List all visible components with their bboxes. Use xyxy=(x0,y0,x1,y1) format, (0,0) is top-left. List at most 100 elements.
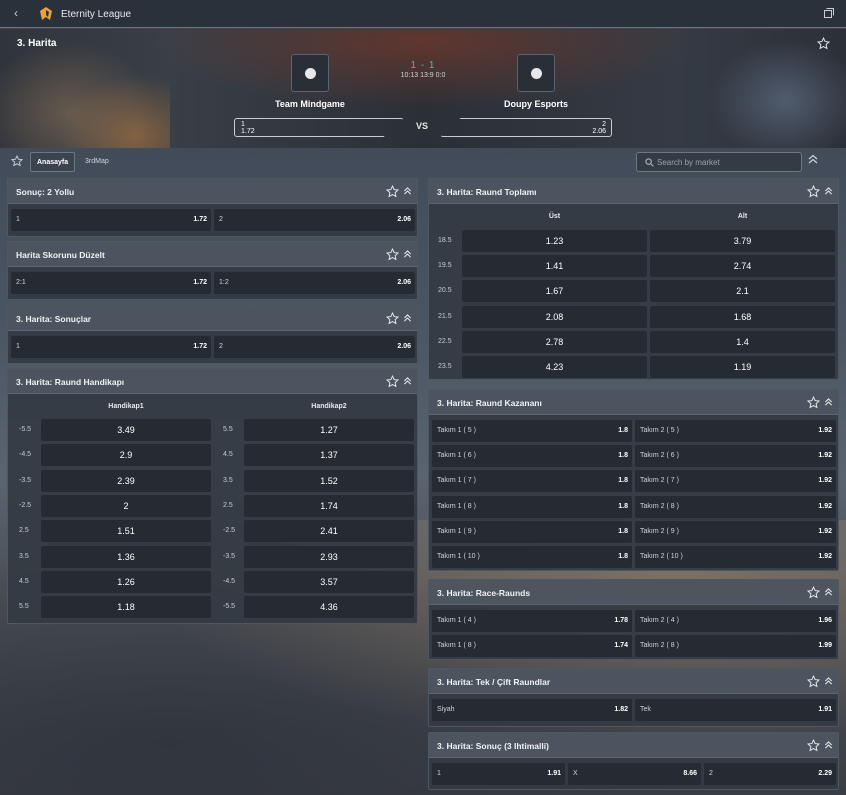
favorite-star-icon[interactable] xyxy=(807,739,820,752)
odds-button[interactable]: Takım 2 ( 7 ) 1.92 xyxy=(635,470,836,493)
collapse-all-icon[interactable] xyxy=(808,154,818,164)
odds-button[interactable]: 2.74 xyxy=(650,255,835,278)
odds-button[interactable]: Takım 1 ( 8 ) 1.74 xyxy=(432,635,632,658)
odds-button[interactable]: 1.52 xyxy=(244,469,414,492)
handicap-line: -2.5 xyxy=(19,501,32,509)
odds-button[interactable]: Takım 1 ( 4 ) 1.78 xyxy=(432,610,632,632)
favorite-star-icon[interactable] xyxy=(817,37,830,50)
odds-button[interactable]: Takım 1 ( 10 ) 1.8 xyxy=(432,546,632,568)
odds-button[interactable]: 1.74 xyxy=(244,494,414,517)
favorite-star-icon[interactable] xyxy=(386,375,399,388)
odds-button[interactable]: 2.93 xyxy=(244,545,414,568)
market-search[interactable] xyxy=(636,152,802,172)
collapse-chevron-icon[interactable] xyxy=(824,187,833,195)
odds-button[interactable]: 4.36 xyxy=(244,596,414,619)
odds-button[interactable]: 1.23 xyxy=(462,230,647,252)
market-header[interactable]: 3. Harita: Sonuç (3 Ihtimalli) xyxy=(429,733,838,758)
market-header[interactable]: Harita Skorunu Düzelt xyxy=(8,242,417,267)
odds-button[interactable]: 2 2.29 xyxy=(704,763,836,785)
odds-button[interactable]: 1:2 2.06 xyxy=(214,272,415,294)
odds-button[interactable]: 2.78 xyxy=(462,330,647,353)
odds-button[interactable]: 1.68 xyxy=(650,305,835,328)
odds-button[interactable]: 1 1.72 xyxy=(11,336,211,358)
odds-button[interactable]: 4.23 xyxy=(462,356,647,378)
team2-odd-button[interactable]: 2 2.06 xyxy=(440,118,612,137)
market-header[interactable]: 3. Harita: Raund Handikapı xyxy=(8,369,417,394)
market-header[interactable]: 3. Harita: Raund Toplamı xyxy=(429,179,838,204)
odds-button[interactable]: 1 1.91 xyxy=(432,763,565,785)
odds-button[interactable]: 2.08 xyxy=(462,305,647,328)
odds-button[interactable]: Tek 1.91 xyxy=(635,699,836,721)
favorite-star-icon[interactable] xyxy=(386,248,399,261)
odds-button[interactable]: 2 xyxy=(41,494,211,517)
tab-3rdmap[interactable]: 3rdMap xyxy=(79,152,115,172)
handicap-line: 5.5 xyxy=(19,603,29,611)
odds-button[interactable]: Takım 2 ( 4 ) 1.96 xyxy=(635,610,836,632)
collapse-chevron-icon[interactable] xyxy=(403,377,412,385)
favorite-star-icon[interactable] xyxy=(807,396,820,409)
odds-label: Takım 1 ( 8 ) xyxy=(437,642,476,650)
odds-button[interactable]: 1.51 xyxy=(41,520,211,543)
team2-name: Doupy Esports xyxy=(503,99,568,109)
market-header[interactable]: 3. Harita: Tek / Çift Raundlar xyxy=(429,669,838,694)
collapse-chevron-icon[interactable] xyxy=(403,187,412,195)
odds-button[interactable]: Takım 1 ( 7 ) 1.8 xyxy=(432,470,632,493)
odds-button[interactable]: 1.26 xyxy=(41,570,211,593)
market-header[interactable]: 3. Harita: Sonuçlar xyxy=(8,306,417,331)
odds-button[interactable]: 1.37 xyxy=(244,444,414,467)
market-header[interactable]: Sonuç: 2 Yollu xyxy=(8,179,417,204)
odds-button[interactable]: X 8.66 xyxy=(568,763,701,785)
odds-button[interactable]: 3.79 xyxy=(650,230,835,252)
search-input[interactable] xyxy=(657,155,797,169)
odds-button[interactable]: Takım 1 ( 8 ) 1.8 xyxy=(432,495,632,518)
odds-button[interactable]: 2.39 xyxy=(41,469,211,492)
collapse-chevron-icon[interactable] xyxy=(403,314,412,322)
odds-button[interactable]: Takım 2 ( 6 ) 1.92 xyxy=(635,445,836,468)
market-panel: 3. Harita: Raund Toplamı Üst Alt 18.5 1.23 3.… xyxy=(428,178,839,380)
odds-button[interactable]: 1.67 xyxy=(462,280,647,303)
collapse-chevron-icon[interactable] xyxy=(824,588,833,596)
odds-button[interactable]: 2.1 xyxy=(650,280,835,303)
odds-button[interactable]: Takım 1 ( 9 ) 1.8 xyxy=(432,520,632,543)
popout-window-icon[interactable] xyxy=(824,8,834,18)
odds-button[interactable]: 1.36 xyxy=(41,545,211,568)
odds-button[interactable]: Takım 2 ( 8 ) 1.99 xyxy=(635,635,836,658)
odds-button[interactable]: 2.41 xyxy=(244,520,414,543)
odds-button[interactable]: Takım 1 ( 6 ) 1.8 xyxy=(432,445,632,468)
odds-button[interactable]: Takım 2 ( 9 ) 1.92 xyxy=(635,520,836,543)
collapse-chevron-icon[interactable] xyxy=(824,741,833,749)
odds-button[interactable]: 2 2.06 xyxy=(214,336,415,358)
odds-button[interactable]: 3.57 xyxy=(244,570,414,593)
collapse-chevron-icon[interactable] xyxy=(824,677,833,685)
odds-button[interactable]: 2:1 1.72 xyxy=(11,272,211,294)
match-score: 1 - 1 xyxy=(410,60,436,71)
odds-button[interactable]: 1 1.72 xyxy=(11,209,211,231)
favorites-star-icon[interactable] xyxy=(11,155,23,167)
odds-button[interactable]: Takım 2 ( 5 ) 1.92 xyxy=(635,420,836,442)
column-header-ust: Üst xyxy=(548,213,561,220)
odds-button[interactable]: 1.18 xyxy=(41,596,211,619)
market-header[interactable]: 3. Harita: Raund Kazananı xyxy=(429,390,838,415)
favorite-star-icon[interactable] xyxy=(386,312,399,325)
odds-button[interactable]: 2 2.06 xyxy=(214,209,415,231)
collapse-chevron-icon[interactable] xyxy=(403,250,412,258)
back-icon[interactable]: ‹ xyxy=(14,6,18,20)
favorite-star-icon[interactable] xyxy=(386,185,399,198)
odds-button[interactable]: 2.9 xyxy=(41,444,211,467)
favorite-star-icon[interactable] xyxy=(807,586,820,599)
collapse-chevron-icon[interactable] xyxy=(824,398,833,406)
odds-button[interactable]: Takım 1 ( 5 ) 1.8 xyxy=(432,420,632,442)
odds-button[interactable]: 1.41 xyxy=(462,255,647,278)
odds-button[interactable]: Takım 2 ( 10 ) 1.92 xyxy=(635,546,836,568)
tab-anasayfa[interactable]: Anasayfa xyxy=(30,152,76,172)
favorite-star-icon[interactable] xyxy=(807,675,820,688)
favorite-star-icon[interactable] xyxy=(807,185,820,198)
odds-button[interactable]: 3.49 xyxy=(41,419,211,441)
odds-button[interactable]: 1.27 xyxy=(244,419,414,441)
odds-button[interactable]: 1.4 xyxy=(650,330,835,353)
odds-button[interactable]: Takım 2 ( 8 ) 1.92 xyxy=(635,495,836,518)
odds-button[interactable]: 1.19 xyxy=(650,356,835,378)
odds-button[interactable]: Siyah 1.82 xyxy=(432,699,632,721)
market-header[interactable]: 3. Harita: Race-Raunds xyxy=(429,580,838,605)
team1-odd-button[interactable]: 1 1.72 xyxy=(234,118,404,137)
